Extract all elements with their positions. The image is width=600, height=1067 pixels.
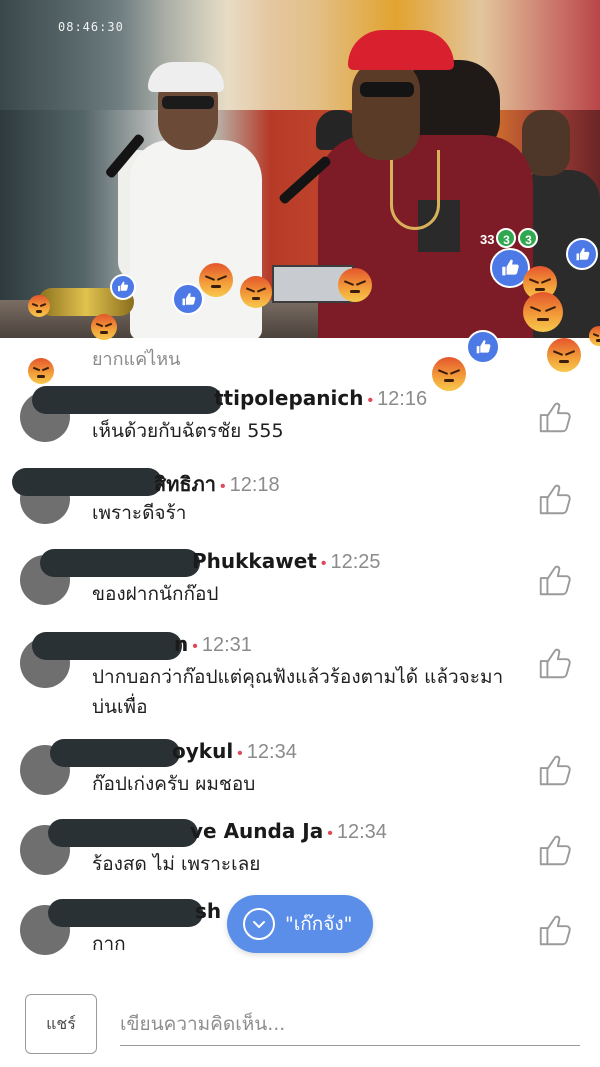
angry-reaction-icon bbox=[547, 338, 581, 372]
comment-time: 12:16 bbox=[377, 388, 428, 410]
comment-row: ttipolepanich • 12:16 เห็นด้วยกับฉัตรชัย 5… bbox=[0, 380, 600, 460]
like-reaction-icon bbox=[466, 330, 500, 364]
channel-logo: 33 3 3 bbox=[480, 228, 539, 248]
comment-header: sh bbox=[195, 899, 221, 924]
comment-time: 12:18 bbox=[229, 474, 280, 496]
time-separator: • bbox=[320, 555, 327, 572]
comment-time: 12:31 bbox=[201, 634, 252, 656]
comment-header: n • 12:31 bbox=[174, 632, 252, 657]
thumbs-up-icon[interactable] bbox=[536, 398, 574, 436]
share-button[interactable]: แชร์ bbox=[25, 994, 97, 1054]
singer-right-sunglasses bbox=[360, 82, 414, 97]
reaction-pill-label: "เก๊กจัง" bbox=[285, 913, 353, 935]
angry-reaction-icon bbox=[338, 268, 372, 302]
video-timestamp: 08:46:30 bbox=[58, 20, 124, 34]
stage-backdrop bbox=[0, 0, 600, 110]
like-reaction-icon bbox=[110, 274, 136, 300]
redacted-name-bar bbox=[50, 739, 180, 767]
gold-chain bbox=[390, 150, 440, 230]
previous-comment-text: ยากแค่ไหน bbox=[92, 349, 181, 370]
redacted-name-bar bbox=[32, 386, 222, 414]
comment-row: ve Aunda Ja • 12:34 ร้องสด ไม่ เพราะเลย bbox=[0, 813, 600, 893]
time-separator: • bbox=[192, 638, 198, 655]
comment-text: เห็นด้วยกับฉัตรชัย 555 bbox=[92, 420, 284, 442]
comment-time: 12:34 bbox=[336, 821, 387, 843]
time-separator: • bbox=[237, 745, 243, 762]
redacted-name-bar bbox=[48, 819, 198, 847]
commenter-name[interactable]: n bbox=[174, 632, 188, 656]
comment-text: ของฝากนักก๊อป bbox=[92, 583, 219, 605]
thumbs-up-icon[interactable] bbox=[536, 911, 574, 949]
time-separator: • bbox=[220, 478, 226, 495]
time-separator: • bbox=[327, 825, 333, 842]
comment-text: เพราะดีจร้า bbox=[92, 502, 187, 524]
thumbs-up-icon[interactable] bbox=[536, 831, 574, 869]
time-separator: • bbox=[367, 392, 374, 409]
angry-reaction-icon bbox=[28, 295, 50, 317]
commenter-name[interactable]: ve Aunda Ja bbox=[190, 819, 323, 843]
redacted-name-bar bbox=[48, 899, 203, 927]
thumbs-up-icon[interactable] bbox=[536, 751, 574, 789]
comment-row: n • 12:31 ปากบอกว่าก๊อปแต่คุณฟังแล้วร้องตา… bbox=[0, 626, 600, 718]
angry-reaction-icon bbox=[523, 292, 563, 332]
comment-time: 12:25 bbox=[330, 551, 381, 573]
comment-row: oykul • 12:34 ก๊อปเก่งครับ ผมชอบ bbox=[0, 733, 600, 813]
singer-right-head bbox=[352, 60, 420, 160]
commenter-name[interactable]: Phukkawet bbox=[192, 549, 317, 573]
angry-reaction-icon bbox=[199, 263, 233, 297]
redacted-name-bar bbox=[12, 468, 162, 496]
new-reaction-pill[interactable]: "เก๊กจัง" bbox=[227, 895, 373, 953]
comment-header: ttipolepanich • 12:16 bbox=[214, 386, 427, 411]
singer-right-cap bbox=[348, 30, 454, 70]
singer-left-cap bbox=[148, 62, 224, 92]
commenter-name[interactable]: ttipolepanich bbox=[214, 386, 363, 410]
comment-header: สิทธิภา • 12:18 bbox=[154, 468, 280, 500]
singer-left-sunglasses bbox=[162, 96, 214, 109]
comment-text: ร้องสด ไม่ เพราะเลย bbox=[92, 853, 261, 875]
redacted-name-bar bbox=[40, 549, 200, 577]
angry-reaction-icon bbox=[589, 326, 600, 346]
comment-header: Phukkawet • 12:25 bbox=[192, 549, 381, 574]
angry-reaction-icon bbox=[91, 314, 117, 340]
commenter-name[interactable]: สิทธิภา bbox=[154, 472, 216, 496]
comment-time: 12:34 bbox=[246, 741, 297, 763]
angry-reaction-icon bbox=[240, 276, 272, 308]
commenter-name[interactable]: sh bbox=[195, 899, 221, 923]
redacted-name-bar bbox=[32, 632, 182, 660]
comment-text: ก๊อปเก่งครับ ผมชอบ bbox=[92, 773, 256, 795]
chevron-down-icon bbox=[243, 908, 275, 940]
thumbs-up-icon[interactable] bbox=[536, 561, 574, 599]
comment-row: สิทธิภา • 12:18 เพราะดีจร้า bbox=[0, 462, 600, 542]
commenter-name[interactable]: oykul bbox=[172, 739, 233, 763]
comment-header: oykul • 12:34 bbox=[172, 739, 297, 764]
like-reaction-icon bbox=[566, 238, 598, 270]
comment-row: Phukkawet • 12:25 ของฝากนักก๊อป bbox=[0, 543, 600, 623]
thumbs-up-icon[interactable] bbox=[536, 644, 574, 682]
comment-input[interactable] bbox=[120, 1002, 580, 1046]
thumbs-up-icon[interactable] bbox=[536, 480, 574, 518]
comment-text: ปากบอกว่าก๊อปแต่คุณฟังแล้วร้องตามได้ แล้… bbox=[92, 666, 504, 718]
comment-composer: แชร์ bbox=[0, 980, 600, 1067]
comment-header: ve Aunda Ja • 12:34 bbox=[190, 819, 387, 844]
